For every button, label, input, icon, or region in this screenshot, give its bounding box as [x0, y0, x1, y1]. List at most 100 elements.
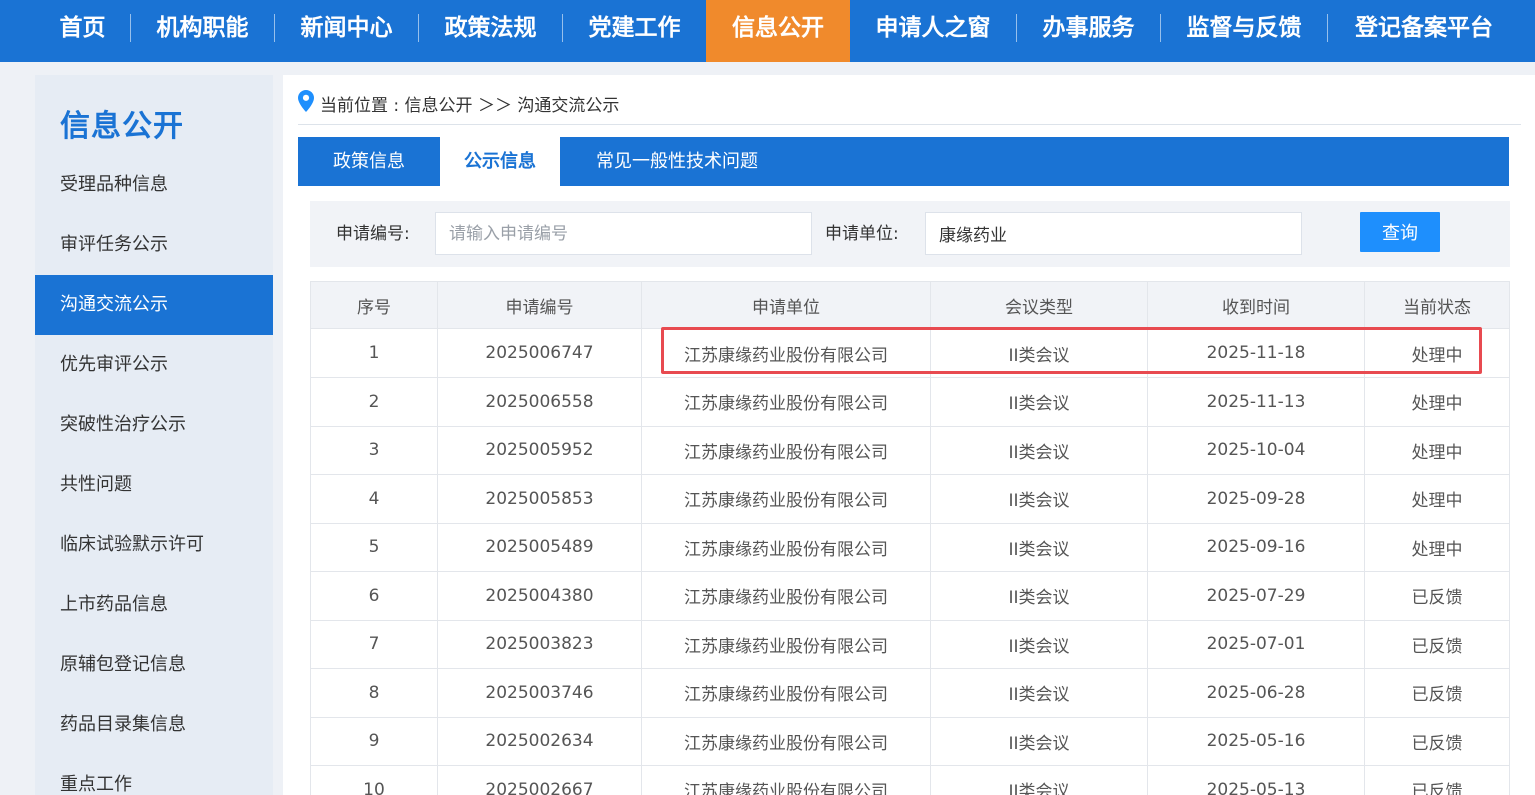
sidebar-item-review-tasks[interactable]: 审评任务公示 — [35, 215, 273, 275]
cell-applicant: 江苏康缘药业股份有限公司 — [641, 474, 930, 523]
nav-policy[interactable]: 政策法规 — [419, 0, 562, 62]
cell-meeting-type: II类会议 — [930, 426, 1147, 474]
cell-index: 4 — [310, 474, 437, 523]
nav-party[interactable]: 党建工作 — [563, 0, 706, 62]
cell-status: 已反馈 — [1364, 620, 1510, 668]
cell-applicant: 江苏康缘药业股份有限公司 — [641, 377, 930, 426]
cell-received-date: 2025-11-13 — [1147, 377, 1364, 426]
tab-bar: 政策信息 公示信息 常见一般性技术问题 — [298, 137, 1509, 186]
cell-app-no: 2025002667 — [437, 765, 641, 795]
sidebar-item-excipient-registration[interactable]: 原辅包登记信息 — [35, 635, 273, 695]
unit-input[interactable] — [925, 212, 1302, 255]
cell-applicant: 江苏康缘药业股份有限公司 — [641, 426, 930, 474]
sidebar-item-priority-review[interactable]: 优先审评公示 — [35, 335, 273, 395]
app-no-input[interactable] — [435, 212, 812, 255]
header-applicant: 申请单位 — [641, 282, 930, 328]
cell-applicant: 江苏康缘药业股份有限公司 — [641, 668, 930, 717]
sidebar-item-clinical-trial[interactable]: 临床试验默示许可 — [35, 515, 273, 575]
sidebar-item-breakthrough[interactable]: 突破性治疗公示 — [35, 395, 273, 455]
table-row: 7 2025003823 江苏康缘药业股份有限公司 II类会议 2025-07-01 已反… — [310, 620, 1510, 669]
breadcrumb-text: 当前位置 : 信息公开 ＞＞ 沟通交流公示 — [320, 95, 620, 116]
cell-received-date: 2025-10-04 — [1147, 426, 1364, 474]
header-index: 序号 — [310, 282, 437, 328]
table-row: 3 2025005952 江苏康缘药业股份有限公司 II类会议 2025-10-04 处理… — [310, 426, 1510, 475]
app-no-label: 申请编号: — [336, 224, 410, 244]
cell-meeting-type: II类会议 — [930, 329, 1147, 377]
cell-status: 处理中 — [1364, 523, 1510, 571]
table-row: 10 2025002667 江苏康缘药业股份有限公司 II类会议 2025-05-13 已… — [310, 765, 1510, 795]
cell-meeting-type: II类会议 — [930, 765, 1147, 795]
table-row: 9 2025002634 江苏康缘药业股份有限公司 II类会议 2025-05-16 已反… — [310, 717, 1510, 766]
cell-app-no: 2025005489 — [437, 523, 641, 571]
sidebar-item-accepted-varieties[interactable]: 受理品种信息 — [35, 155, 273, 215]
cell-received-date: 2025-09-28 — [1147, 474, 1364, 523]
table-row: 1 2025006747 江苏康缘药业股份有限公司 II类会议 2025-11-18 处理… — [310, 329, 1510, 378]
nav-supervision[interactable]: 监督与反馈 — [1161, 0, 1327, 62]
cell-applicant: 江苏康缘药业股份有限公司 — [641, 620, 930, 668]
cell-received-date: 2025-07-29 — [1147, 571, 1364, 620]
sidebar-item-key-work[interactable]: 重点工作 — [35, 755, 273, 795]
cell-status: 处理中 — [1364, 474, 1510, 523]
tab-public-info[interactable]: 公示信息 — [440, 137, 560, 186]
main-content: 当前位置 : 信息公开 ＞＞ 沟通交流公示 政策信息 公示信息 常见一般性技术问… — [283, 75, 1535, 795]
tab-policy-info[interactable]: 政策信息 — [298, 137, 440, 186]
cell-received-date: 2025-11-18 — [1147, 329, 1364, 377]
cell-meeting-type: II类会议 — [930, 668, 1147, 717]
cell-index: 2 — [310, 377, 437, 426]
cell-applicant: 江苏康缘药业股份有限公司 — [641, 717, 930, 765]
sidebar-title: 信息公开 — [60, 109, 184, 144]
cell-index: 8 — [310, 668, 437, 717]
cell-index: 10 — [310, 765, 437, 795]
top-nav: 首页 机构职能 新闻中心 政策法规 党建工作 信息公开 申请人之窗 办事服务 监… — [0, 0, 1535, 62]
tab-tech-questions[interactable]: 常见一般性技术问题 — [582, 137, 772, 186]
nav-applicant-window[interactable]: 申请人之窗 — [850, 0, 1016, 62]
table-row: 8 2025003746 江苏康缘药业股份有限公司 II类会议 2025-06-28 已反… — [310, 668, 1510, 718]
sidebar-item-drug-catalog[interactable]: 药品目录集信息 — [35, 695, 273, 755]
cell-index: 3 — [310, 426, 437, 474]
cell-meeting-type: II类会议 — [930, 474, 1147, 523]
sidebar-item-communication[interactable]: 沟通交流公示 — [35, 275, 273, 335]
cell-applicant: 江苏康缘药业股份有限公司 — [641, 765, 930, 795]
cell-status: 已反馈 — [1364, 571, 1510, 620]
cell-meeting-type: II类会议 — [930, 620, 1147, 668]
cell-applicant: 江苏康缘药业股份有限公司 — [641, 523, 930, 571]
location-pin-icon — [298, 89, 320, 117]
cell-received-date: 2025-09-16 — [1147, 523, 1364, 571]
cell-received-date: 2025-07-01 — [1147, 620, 1364, 668]
cell-meeting-type: II类会议 — [930, 523, 1147, 571]
nav-home[interactable]: 首页 — [35, 0, 130, 62]
cell-meeting-type: II类会议 — [930, 377, 1147, 426]
cell-applicant: 江苏康缘药业股份有限公司 — [641, 571, 930, 620]
unit-label: 申请单位: — [825, 224, 899, 244]
cell-index: 5 — [310, 523, 437, 571]
cell-status: 已反馈 — [1364, 765, 1510, 795]
sidebar-item-common-issues[interactable]: 共性问题 — [35, 455, 273, 515]
cell-status: 处理中 — [1364, 329, 1510, 377]
cell-app-no: 2025003823 — [437, 620, 641, 668]
cell-index: 7 — [310, 620, 437, 668]
cell-received-date: 2025-05-16 — [1147, 717, 1364, 765]
cell-applicant: 江苏康缘药业股份有限公司 — [641, 329, 930, 377]
search-button[interactable]: 查询 — [1360, 212, 1440, 252]
cell-status: 处理中 — [1364, 426, 1510, 474]
cell-app-no: 2025005952 — [437, 426, 641, 474]
header-meeting-type: 会议类型 — [930, 282, 1147, 328]
nav-registration-platform[interactable]: 登记备案平台 — [1328, 0, 1520, 62]
table-row: 5 2025005489 江苏康缘药业股份有限公司 II类会议 2025-09-16 处理… — [310, 523, 1510, 572]
cell-app-no: 2025002634 — [437, 717, 641, 765]
cell-meeting-type: II类会议 — [930, 717, 1147, 765]
nav-services[interactable]: 办事服务 — [1017, 0, 1160, 62]
cell-index: 6 — [310, 571, 437, 620]
nav-news[interactable]: 新闻中心 — [275, 0, 418, 62]
cell-received-date: 2025-05-13 — [1147, 765, 1364, 795]
cell-app-no: 2025005853 — [437, 474, 641, 523]
nav-functions[interactable]: 机构职能 — [131, 0, 274, 62]
sidebar-item-marketed-drugs[interactable]: 上市药品信息 — [35, 575, 273, 635]
divider — [298, 124, 1521, 125]
cell-status: 已反馈 — [1364, 668, 1510, 717]
cell-status: 处理中 — [1364, 377, 1510, 426]
header-app-no: 申请编号 — [437, 282, 641, 328]
search-panel: 申请编号: 申请单位: 查询 — [310, 201, 1510, 267]
nav-info-disclosure[interactable]: 信息公开 — [706, 0, 850, 62]
cell-app-no: 2025006558 — [437, 377, 641, 426]
